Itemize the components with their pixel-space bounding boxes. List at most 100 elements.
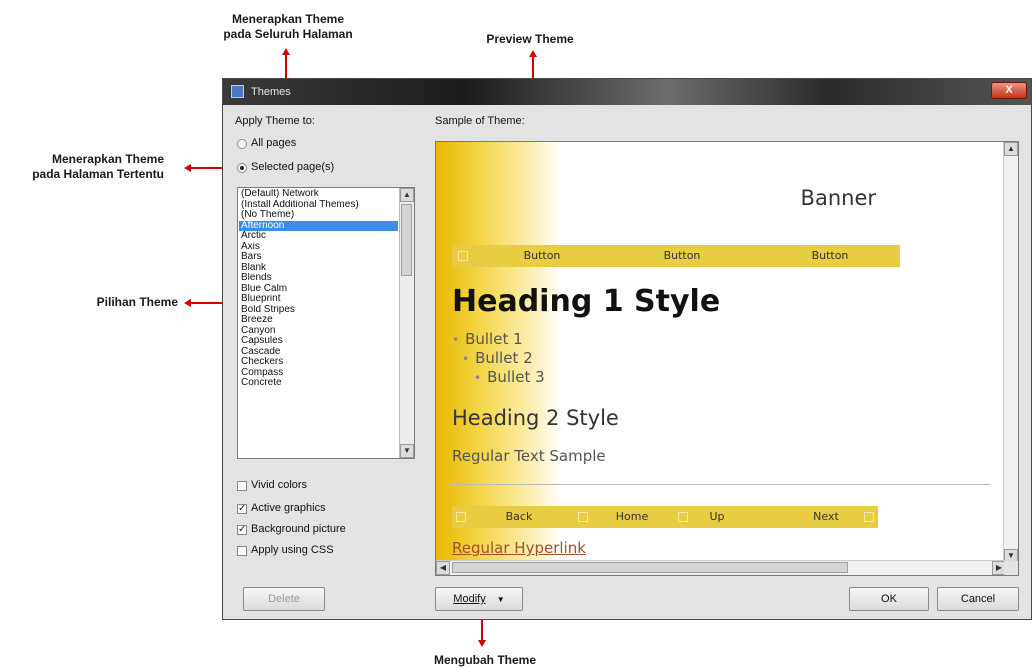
active-graphics-label[interactable]: Active graphics xyxy=(251,502,326,514)
bullet-text: Bullet 1 xyxy=(465,330,523,348)
annotation-line: Preview Theme xyxy=(486,32,574,46)
selected-pages-radio[interactable] xyxy=(237,163,247,173)
theme-list-item[interactable]: (Install Additional Themes) xyxy=(239,200,398,211)
theme-list-item[interactable]: Blank xyxy=(239,263,398,274)
bullet-icon: • xyxy=(474,371,482,385)
theme-list-item[interactable]: Afternoon xyxy=(239,220,398,231)
theme-list-item[interactable]: Arctic xyxy=(239,231,398,242)
annotation-apply-selected-pages: Menerapkan Theme pada Halaman Tertentu xyxy=(0,152,164,182)
preview-heading1: Heading 1 Style xyxy=(452,284,721,319)
scroll-thumb[interactable] xyxy=(401,204,412,276)
preview-bullet-1: • Bullet 1 xyxy=(452,330,523,348)
preview-bullet-2: • Bullet 2 xyxy=(462,349,533,367)
preview-canvas: Banner Button Button Button Heading 1 St… xyxy=(436,142,1006,563)
preview-regular-text: Regular Text Sample xyxy=(452,447,606,465)
preview-hyperlink: Regular Hyperlink xyxy=(452,539,586,557)
theme-list-items: (Default) Network (Install Additional The… xyxy=(239,189,398,389)
preview-divider xyxy=(450,484,990,485)
apply-css-checkbox[interactable] xyxy=(237,546,247,556)
sample-label: Sample of Theme: xyxy=(435,115,525,127)
modify-label: Modify xyxy=(453,593,486,605)
background-picture-label[interactable]: Background picture xyxy=(251,523,346,535)
annotation-line: pada Seluruh Halaman xyxy=(223,27,353,41)
bullet-text: Bullet 2 xyxy=(475,349,533,367)
preview-nav-back: Back xyxy=(505,510,533,523)
themes-app-icon xyxy=(231,85,244,98)
scroll-up-icon[interactable]: ▲ xyxy=(1004,142,1018,156)
vivid-colors-checkbox[interactable] xyxy=(237,481,247,491)
annotation-line: Menerapkan Theme xyxy=(51,152,164,166)
scroll-down-icon[interactable]: ▼ xyxy=(400,444,414,458)
theme-preview: Banner Button Button Button Heading 1 St… xyxy=(435,141,1019,576)
theme-list-item[interactable]: Concrete xyxy=(239,378,398,389)
theme-list-item[interactable]: (Default) Network xyxy=(239,189,398,200)
preview-nav-bar: Button Button Button xyxy=(452,245,900,267)
theme-list-item[interactable]: Blueprint xyxy=(239,294,398,305)
preview-banner: Banner xyxy=(800,186,876,210)
apply-theme-label: Apply Theme to: xyxy=(235,115,315,127)
scroll-corner xyxy=(1004,561,1018,575)
cancel-button[interactable]: Cancel xyxy=(937,587,1019,611)
preview-bullet-3: • Bullet 3 xyxy=(474,368,545,386)
background-picture-checkbox[interactable]: ✓ xyxy=(237,525,247,535)
theme-list-item[interactable]: Capsules xyxy=(239,336,398,347)
nav-bullet-icon xyxy=(456,512,466,522)
nav-bullet-icon xyxy=(458,251,468,261)
theme-list-item[interactable]: Bold Stripes xyxy=(239,305,398,316)
theme-list-item[interactable]: Canyon xyxy=(239,326,398,337)
annotation-line: pada Halaman Tertentu xyxy=(32,167,164,181)
theme-list-item[interactable]: Cascade xyxy=(239,347,398,358)
preview-nav-button: Button xyxy=(523,249,561,262)
preview-nav-button: Button xyxy=(811,249,849,262)
annotation-line: Pilihan Theme xyxy=(96,295,178,309)
close-button[interactable]: X xyxy=(991,82,1027,99)
theme-list-item[interactable]: Checkers xyxy=(239,357,398,368)
themes-dialog: Themes X Apply Theme to: All pages Selec… xyxy=(222,78,1032,620)
preview-nav-home: Home xyxy=(615,510,649,523)
scroll-up-icon[interactable]: ▲ xyxy=(400,188,414,202)
theme-list[interactable]: (Default) Network (Install Additional The… xyxy=(237,187,415,459)
theme-list-item[interactable]: Compass xyxy=(239,368,398,379)
window-title: Themes xyxy=(251,86,291,98)
annotation-apply-all-pages: Menerapkan Theme pada Seluruh Halaman xyxy=(188,12,388,42)
scroll-left-icon[interactable]: ◀ xyxy=(436,561,450,575)
ok-button[interactable]: OK xyxy=(849,587,929,611)
apply-css-label[interactable]: Apply using CSS xyxy=(251,544,334,556)
title-bar: Themes X xyxy=(223,79,1031,105)
delete-button[interactable]: Delete xyxy=(243,587,325,611)
nav-bullet-icon xyxy=(678,512,688,522)
dropdown-arrow-icon: ▼ xyxy=(496,595,505,604)
theme-list-item[interactable]: Breeze xyxy=(239,315,398,326)
arrow-head-icon xyxy=(478,640,486,647)
theme-list-scrollbar[interactable]: ▲ ▼ xyxy=(399,188,414,458)
modify-button[interactable]: Modify ▼ xyxy=(435,587,523,611)
theme-list-item[interactable]: Bars xyxy=(239,252,398,263)
arrow-line xyxy=(190,302,226,304)
selected-pages-label[interactable]: Selected page(s) xyxy=(251,161,334,173)
preview-bottom-nav: Back Home Up Next xyxy=(452,506,878,528)
nav-bullet-icon xyxy=(864,512,874,522)
theme-list-item[interactable]: Blends xyxy=(239,273,398,284)
all-pages-label[interactable]: All pages xyxy=(251,137,296,149)
bullet-icon: • xyxy=(462,352,470,366)
theme-list-item[interactable]: (No Theme) xyxy=(239,210,398,221)
annotation-preview-theme: Preview Theme xyxy=(440,32,620,47)
annotation-modify-theme: Mengubah Theme xyxy=(390,653,580,668)
preview-vertical-scrollbar[interactable]: ▲ ▼ xyxy=(1003,142,1018,563)
annotation-theme-options: Pilihan Theme xyxy=(60,295,178,310)
theme-list-item[interactable]: Blue Calm xyxy=(239,284,398,295)
preview-nav-up: Up xyxy=(709,510,725,523)
active-graphics-checkbox[interactable]: ✓ xyxy=(237,504,247,514)
preview-horizontal-scrollbar[interactable]: ◀ ▶ xyxy=(436,560,1006,575)
scroll-thumb[interactable] xyxy=(452,562,848,573)
preview-heading2: Heading 2 Style xyxy=(452,406,619,430)
theme-list-item[interactable]: Axis xyxy=(239,242,398,253)
preview-nav-button: Button xyxy=(663,249,701,262)
nav-bullet-icon xyxy=(578,512,588,522)
annotation-line: Mengubah Theme xyxy=(433,653,536,667)
annotation-line: Menerapkan Theme xyxy=(231,12,345,26)
all-pages-radio[interactable] xyxy=(237,139,247,149)
preview-nav-next: Next xyxy=(813,510,839,523)
vivid-colors-label[interactable]: Vivid colors xyxy=(251,479,307,491)
bullet-text: Bullet 3 xyxy=(487,368,545,386)
